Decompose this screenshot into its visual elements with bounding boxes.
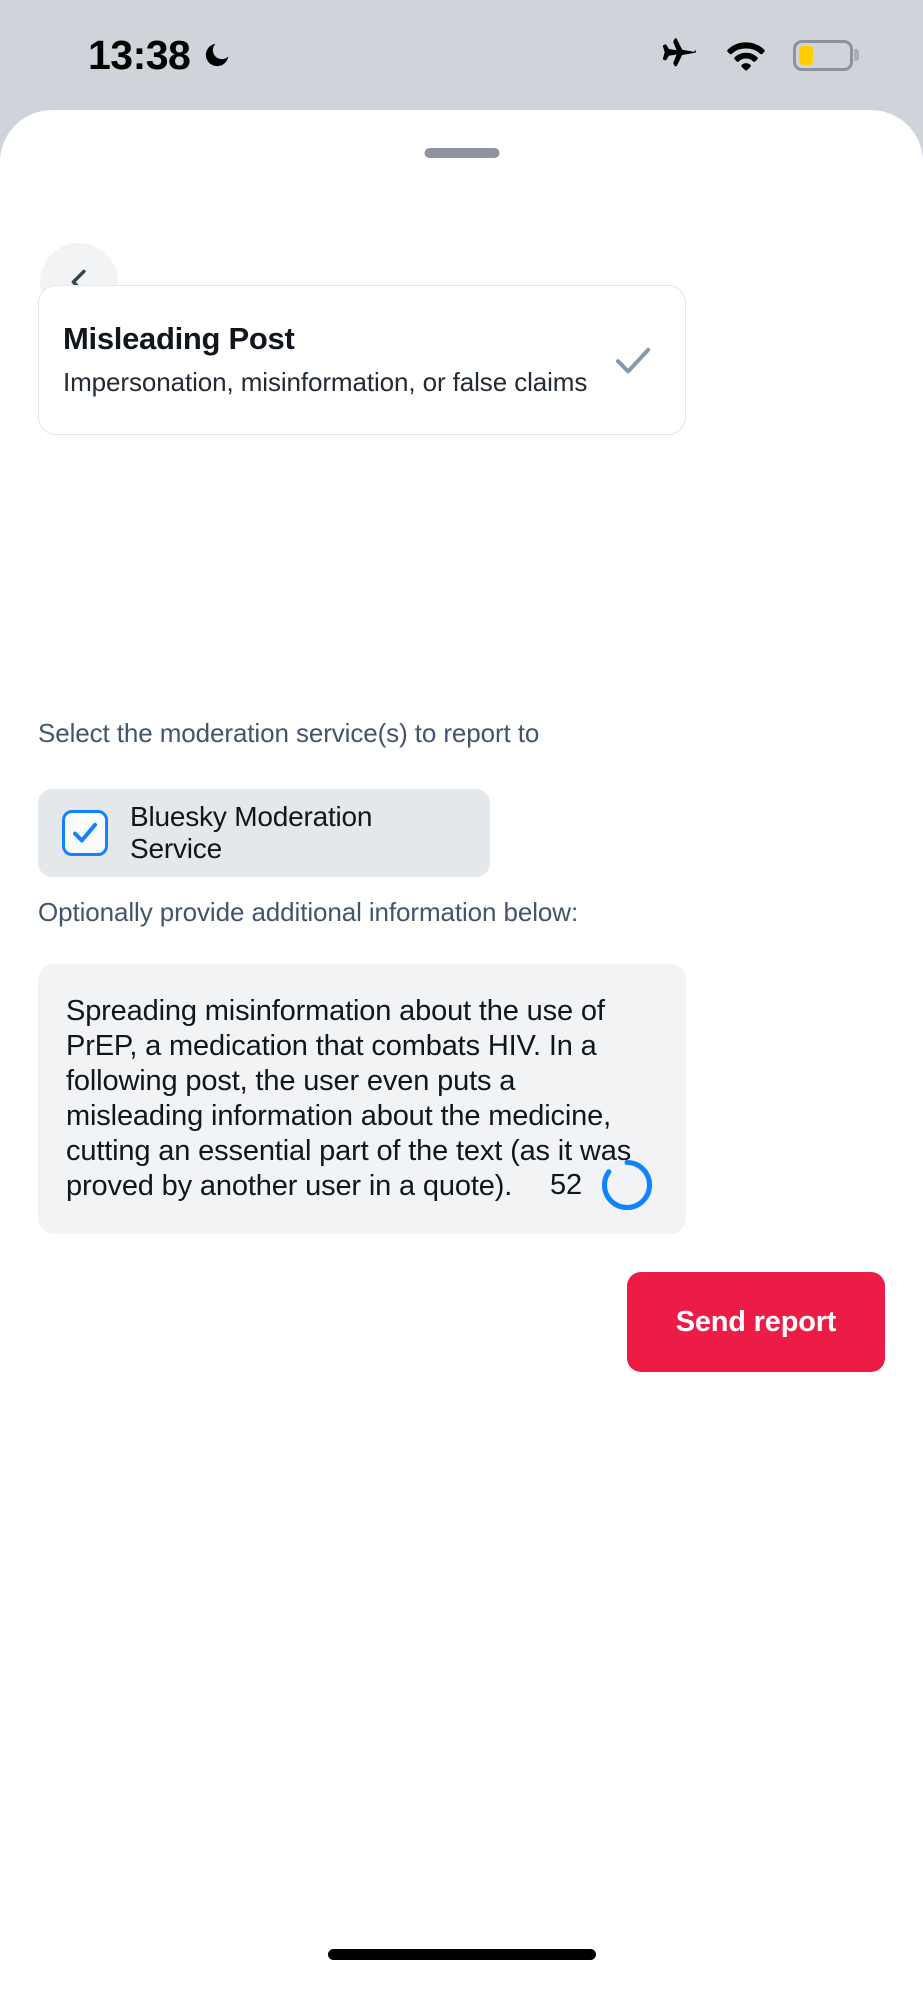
home-indicator: [327, 1949, 596, 1960]
status-bar-clock: 13:38: [88, 31, 191, 78]
status-bar: 13:38: [0, 0, 923, 110]
additional-info-label: Optionally provide additional informatio…: [38, 897, 579, 927]
report-reason-texts: Misleading Post Impersonation, misinform…: [63, 320, 609, 400]
report-sheet: Misleading Post Impersonation, misinform…: [0, 110, 923, 2000]
send-report-button[interactable]: Send report: [627, 1272, 885, 1372]
service-checkbox[interactable]: [62, 810, 108, 856]
checkmark-icon: [616, 347, 651, 374]
battery-icon: [793, 39, 853, 71]
sheet-drag-handle[interactable]: [424, 148, 499, 158]
send-report-label: Send report: [675, 1305, 837, 1338]
moderation-service-option[interactable]: Bluesky Moderation Service: [38, 789, 490, 877]
airplane-icon: [662, 38, 697, 67]
report-reason-card[interactable]: Misleading Post Impersonation, misinform…: [38, 285, 686, 435]
phone-screen: 13:38 Misleading Post Impersonation, mis…: [0, 0, 923, 2000]
service-name-label: Bluesky Moderation Service: [130, 801, 373, 864]
status-bar-right: [657, 34, 853, 76]
checkbox-checked-icon: [73, 822, 97, 843]
progress-ring-icon: [601, 1159, 653, 1211]
wifi-icon: [727, 42, 765, 71]
status-bar-left: 13:38: [88, 31, 232, 78]
additional-info-textarea[interactable]: Spreading misinformation about the use o…: [38, 964, 686, 1234]
moderation-services-label: Select the moderation service(s) to repo…: [38, 718, 540, 748]
report-reason-description: Impersonation, misinformation, or false …: [63, 367, 588, 398]
moon-icon: [206, 43, 229, 67]
char-counter-value: 52: [549, 1168, 582, 1201]
char-counter-group: 52: [550, 1158, 654, 1212]
report-reason-title: Misleading Post: [63, 321, 295, 357]
